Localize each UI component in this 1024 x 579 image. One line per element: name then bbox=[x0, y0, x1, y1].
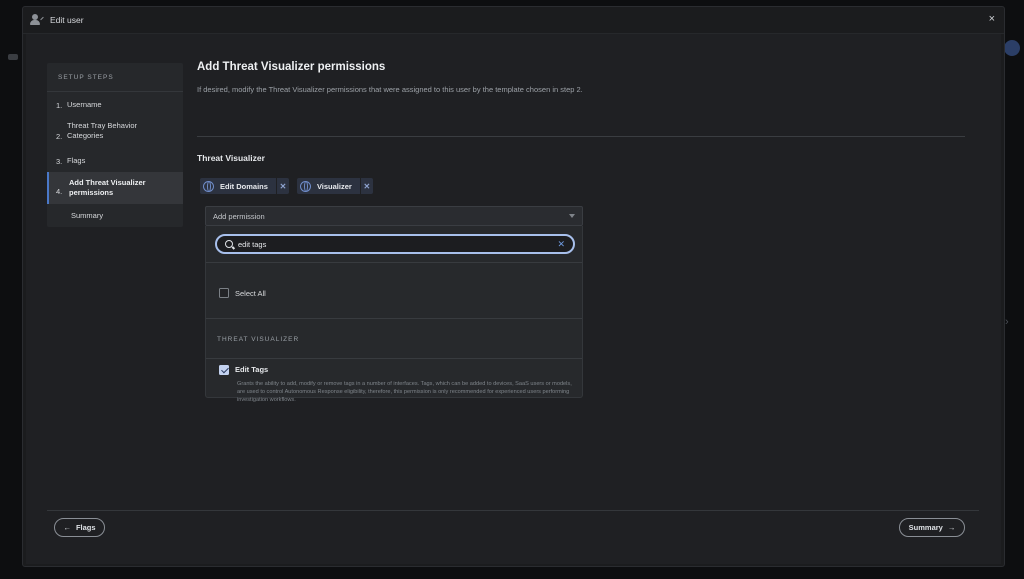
permission-dropdown: ✕ Select All THREAT VISUALIZER Edit Tags… bbox=[205, 226, 583, 403]
step-flags[interactable]: 3. Flags bbox=[47, 153, 183, 169]
footer-divider bbox=[47, 510, 979, 511]
step-number: 3. bbox=[56, 156, 63, 166]
page-description: If desired, modify the Threat Visualizer… bbox=[197, 85, 583, 94]
select-all-option[interactable]: Select All bbox=[219, 288, 266, 298]
remove-chip-icon[interactable]: ✕ bbox=[359, 178, 373, 194]
group-title: THREAT VISUALIZER bbox=[217, 336, 300, 343]
divider bbox=[206, 262, 582, 263]
select-all-checkbox[interactable] bbox=[219, 288, 229, 298]
step-label: Add Threat Visualizer permissions bbox=[69, 178, 146, 197]
permission-option-edit-tags[interactable]: Edit Tags bbox=[219, 365, 268, 375]
step-label: Username bbox=[67, 100, 102, 109]
divider bbox=[206, 358, 582, 359]
clear-search-icon[interactable]: ✕ bbox=[557, 239, 565, 250]
backdrop-chevron-icon: › bbox=[1005, 316, 1009, 328]
section-title: Threat Visualizer bbox=[197, 153, 265, 163]
arrow-right-icon: → bbox=[947, 523, 956, 532]
select-placeholder: Add permission bbox=[213, 211, 265, 221]
globe-icon bbox=[203, 180, 214, 192]
divider bbox=[197, 136, 965, 137]
back-button[interactable]: ← Flags bbox=[54, 518, 105, 537]
main-content: Add Threat Visualizer permissions If des… bbox=[197, 61, 965, 403]
back-button-label: Flags bbox=[75, 523, 96, 532]
step-label: Threat Tray Behavior Categories bbox=[67, 121, 138, 140]
edit-user-modal: Edit user × SETUP STEPS 1. Username 2. T… bbox=[22, 6, 1005, 567]
globe-icon bbox=[299, 180, 311, 192]
chip-visualizer: Visualizer ✕ bbox=[296, 178, 373, 194]
permission-description: Grants the ability to add, modify or rem… bbox=[237, 381, 572, 403]
edit-tags-checkbox[interactable] bbox=[219, 365, 229, 375]
step-threat-tray-behavior-categories[interactable]: 2. Threat Tray Behavior Categories bbox=[47, 119, 183, 143]
step-add-threat-visualizer-permissions[interactable]: 4. Add Threat Visualizer permissions bbox=[47, 172, 183, 204]
setup-steps-panel: SETUP STEPS 1. Username 2. Threat Tray B… bbox=[47, 63, 183, 227]
step-summary[interactable]: Summary bbox=[47, 209, 183, 223]
permission-name: Edit Tags bbox=[235, 365, 269, 374]
modal-header: Edit user × bbox=[23, 7, 1004, 34]
step-label: Flags bbox=[67, 156, 86, 165]
modal-title: Edit user bbox=[50, 15, 84, 25]
step-label: Summary bbox=[71, 211, 104, 220]
step-username[interactable]: 1. Username bbox=[47, 97, 183, 113]
page-title: Add Threat Visualizer permissions bbox=[197, 61, 386, 73]
step-number: 4. bbox=[56, 187, 63, 196]
search-input[interactable] bbox=[238, 239, 538, 249]
arrow-left-icon: ← bbox=[63, 523, 71, 532]
chip-edit-domains: Edit Domains ✕ bbox=[200, 178, 289, 194]
divider bbox=[206, 318, 582, 319]
chip-label: Visualizer bbox=[316, 181, 352, 191]
search-field: ✕ bbox=[215, 234, 575, 254]
next-button[interactable]: Summary → bbox=[899, 518, 965, 537]
add-permission-select[interactable]: Add permission bbox=[205, 206, 583, 226]
step-number: 1. bbox=[56, 100, 63, 110]
permission-chips: Edit Domains ✕ Visualizer ✕ bbox=[200, 178, 373, 194]
step-number: 2. bbox=[56, 132, 63, 141]
chip-label: Edit Domains bbox=[220, 181, 268, 191]
chevron-down-icon bbox=[569, 214, 575, 218]
next-button-label: Summary bbox=[908, 523, 943, 532]
setup-steps-title: SETUP STEPS bbox=[47, 63, 183, 92]
backdrop-fragment bbox=[8, 54, 18, 60]
user-edit-icon bbox=[30, 14, 44, 26]
search-icon bbox=[225, 240, 233, 248]
modal-body: SETUP STEPS 1. Username 2. Threat Tray B… bbox=[26, 34, 1001, 564]
remove-chip-icon[interactable]: ✕ bbox=[275, 178, 289, 194]
select-all-label: Select All bbox=[235, 288, 266, 298]
backdrop-avatar bbox=[1004, 40, 1020, 56]
close-icon[interactable]: × bbox=[989, 14, 995, 25]
